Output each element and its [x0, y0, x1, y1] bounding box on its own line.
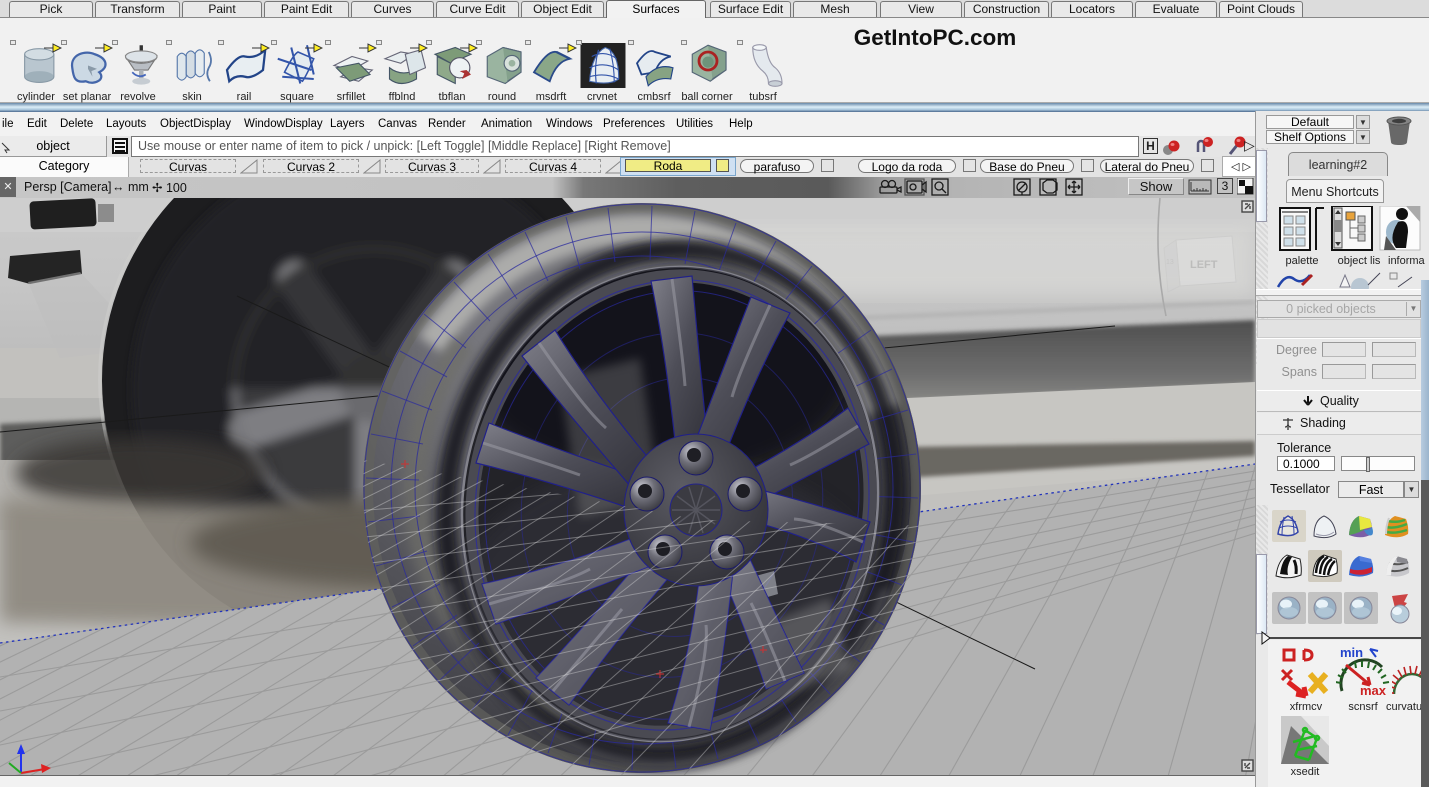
svg-text:13: 13: [1166, 259, 1174, 266]
svg-text:max: max: [1360, 683, 1387, 698]
svg-text:LEFT: LEFT: [1190, 259, 1218, 271]
svg-text:min: min: [1340, 645, 1363, 660]
